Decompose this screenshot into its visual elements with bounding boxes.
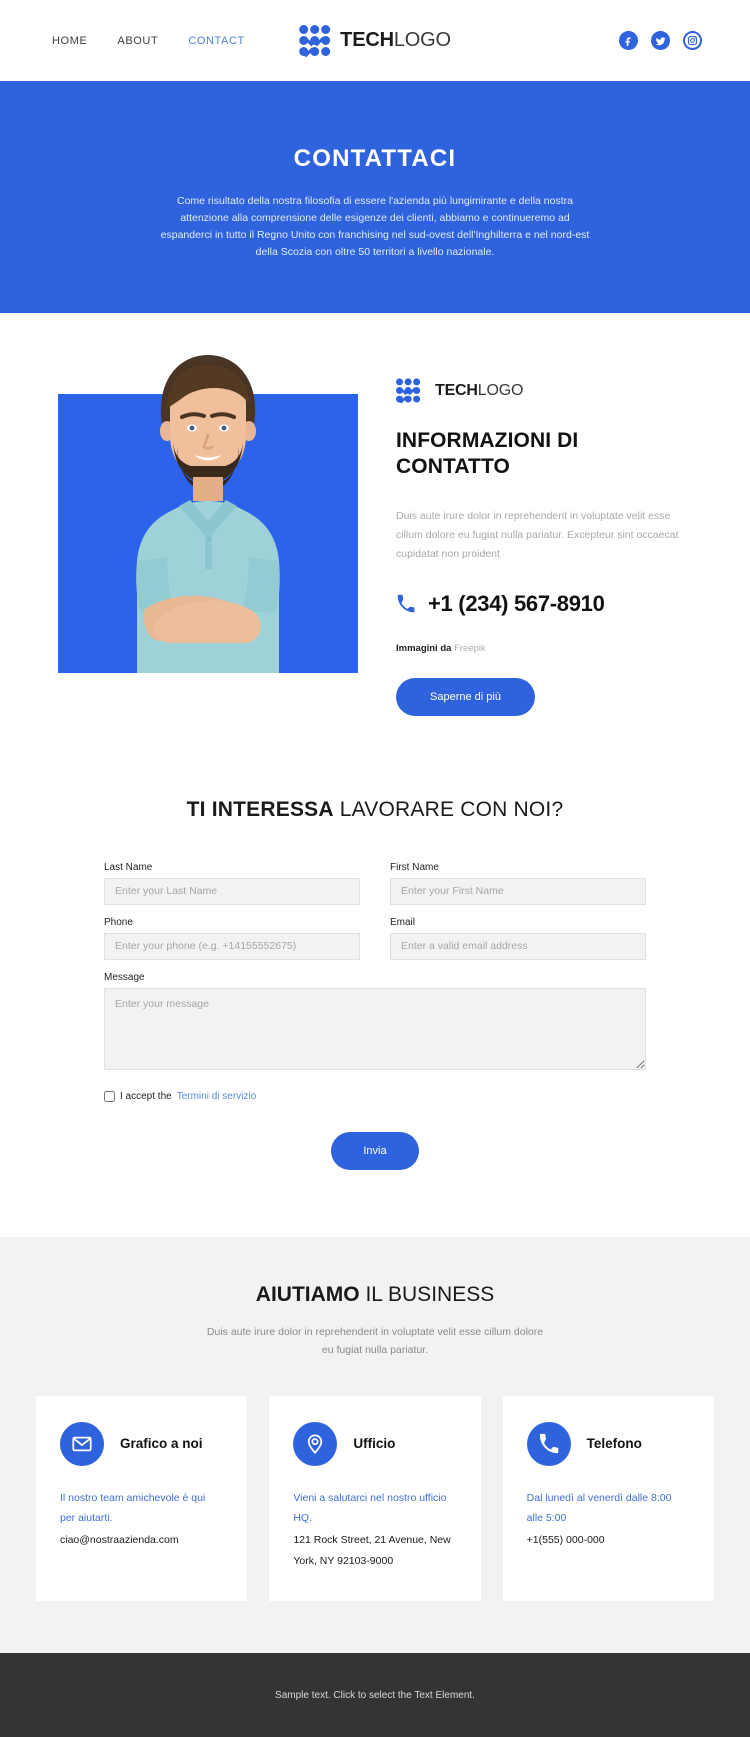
hero-banner: CONTATTACI Come risultato della nostra f… — [0, 81, 750, 313]
card-header: Telefono — [526, 1421, 690, 1466]
phone-input[interactable] — [104, 932, 360, 960]
field-phone: Phone — [104, 917, 360, 960]
contact-info-section: TECHLOGO INFORMAZIONI DI CONTATTO Duis a… — [0, 313, 750, 756]
brand-light: LOGO — [393, 29, 451, 51]
image-credit: Immagini da Freepik — [396, 643, 698, 654]
card-header: Grafico a noi — [60, 1421, 223, 1466]
card-value[interactable]: +1(555) 000-000 — [527, 1530, 690, 1550]
help-section: AIUTIAMO IL BUSINESS Duis aute irure dol… — [0, 1236, 750, 1654]
card-email[interactable]: Grafico a noi Il nostro team amichevole … — [36, 1395, 248, 1602]
help-heading: AIUTIAMO IL BUSINESS — [36, 1283, 714, 1307]
credit-source[interactable]: Freepik — [454, 643, 486, 654]
learn-more-button[interactable]: Saperne di più — [396, 677, 535, 716]
help-heading-bold: AIUTIAMO — [255, 1282, 360, 1306]
brand-bold: TECH — [340, 29, 394, 51]
phone-row: +1 (234) 567-8910 — [396, 591, 698, 617]
label-message: Message — [104, 971, 145, 983]
social-links — [619, 31, 702, 50]
label-phone: Phone — [104, 916, 133, 928]
contact-form: Last Name First Name Phone Email Message — [104, 862, 646, 1182]
contact-form-section: TI INTERESSA LAVORARE CON NOI? Last Name… — [0, 755, 750, 1237]
help-heading-light: IL BUSINESS — [359, 1282, 495, 1306]
site-header: HOME ABOUT CONTACT TECHLOGO — [0, 0, 750, 81]
field-email: Email — [390, 917, 646, 960]
contact-brand-wordmark: TECHLOGO — [435, 382, 523, 400]
contact-brand-bold: TECH — [435, 381, 478, 399]
contact-info-text: TECHLOGO INFORMAZIONI DI CONTATTO Duis a… — [396, 343, 698, 716]
email-input[interactable] — [390, 932, 646, 960]
help-subtitle: Duis aute irure dolor in reprehenderit i… — [206, 1325, 544, 1357]
card-title: Ufficio — [353, 1436, 396, 1452]
form-heading-bold: TI INTERESSA — [186, 797, 334, 821]
card-value: 121 Rock Street, 21 Avenue, New York, NY… — [293, 1534, 451, 1567]
message-textarea[interactable] — [104, 987, 646, 1070]
nav-item-contact[interactable]: CONTACT — [188, 35, 245, 47]
accept-terms-text: I accept the — [120, 1090, 172, 1102]
contact-cards: Grafico a noi Il nostro team amichevole … — [36, 1395, 714, 1602]
field-message: Message — [104, 972, 646, 1075]
primary-nav: HOME ABOUT CONTACT — [52, 35, 245, 47]
twitter-icon[interactable] — [651, 31, 670, 50]
card-phone[interactable]: Telefono Dal lunedì al venerdì dalle 8:0… — [502, 1395, 714, 1602]
site-footer: Sample text. Click to select the Text El… — [0, 1653, 750, 1737]
facebook-icon[interactable] — [619, 31, 638, 50]
card-title: Grafico a noi — [120, 1436, 203, 1452]
contact-info-description: Duis aute irure dolor in reprehenderit i… — [396, 509, 679, 561]
card-title: Telefono — [586, 1436, 642, 1452]
terms-of-service-link[interactable]: Termini di servizio — [177, 1091, 256, 1102]
contact-photo — [58, 343, 358, 716]
envelope-icon — [60, 1421, 104, 1466]
submit-row: Invia — [104, 1131, 646, 1170]
nav-item-about[interactable]: ABOUT — [117, 35, 158, 47]
phone-number[interactable]: +1 (234) 567-8910 — [428, 591, 605, 617]
first-name-input[interactable] — [390, 877, 646, 905]
person-photo-illustration — [136, 355, 280, 673]
techlogo-dots-icon — [396, 378, 421, 404]
hero-title: CONTATTACI — [293, 145, 457, 172]
header-logo[interactable]: TECHLOGO — [299, 25, 451, 58]
card-note: Dal lunedì al venerdì dalle 8:00 alle 5:… — [526, 1491, 672, 1524]
contact-info-title: INFORMAZIONI DI CONTATTO — [396, 429, 579, 479]
submit-button[interactable]: Invia — [331, 1131, 419, 1170]
credit-prefix: Immagini da — [396, 642, 452, 654]
form-heading: TI INTERESSA LAVORARE CON NOI? — [104, 798, 646, 822]
card-header: Ufficio — [293, 1421, 456, 1466]
hero-paragraph: Come risultato della nostra filosofia di… — [160, 195, 590, 258]
location-pin-icon — [293, 1421, 338, 1466]
label-last-name: Last Name — [104, 861, 153, 873]
contact-logo: TECHLOGO — [396, 375, 698, 406]
page-root: HOME ABOUT CONTACT TECHLOGO CONTATTACI C… — [0, 0, 750, 1737]
last-name-input[interactable] — [104, 877, 360, 905]
label-email: Email — [390, 916, 416, 928]
footer-text[interactable]: Sample text. Click to select the Text El… — [275, 1690, 475, 1701]
card-note: Il nostro team amichevole è qui per aiut… — [60, 1491, 206, 1524]
card-value[interactable]: ciao@nostraazienda.com — [60, 1530, 223, 1550]
card-office[interactable]: Ufficio Vieni a salutarci nel nostro uff… — [269, 1395, 481, 1602]
techlogo-dots-icon — [299, 25, 331, 58]
phone-icon — [526, 1421, 571, 1466]
form-heading-light: LAVORARE CON NOI? — [333, 797, 564, 821]
terms-acceptance-row: I accept the Termini di servizio — [104, 1090, 646, 1102]
contact-brand-light: LOGO — [477, 381, 524, 399]
instagram-icon[interactable] — [683, 31, 702, 50]
field-last-name: Last Name — [104, 862, 360, 905]
label-first-name: First Name — [390, 861, 439, 873]
brand-wordmark: TECHLOGO — [340, 29, 451, 52]
card-note: Vieni a salutarci nel nostro ufficio HQ. — [293, 1491, 447, 1524]
accept-terms-checkbox[interactable] — [104, 1090, 115, 1102]
field-first-name: First Name — [390, 862, 646, 905]
phone-icon — [397, 594, 415, 613]
nav-item-home[interactable]: HOME — [52, 35, 87, 47]
